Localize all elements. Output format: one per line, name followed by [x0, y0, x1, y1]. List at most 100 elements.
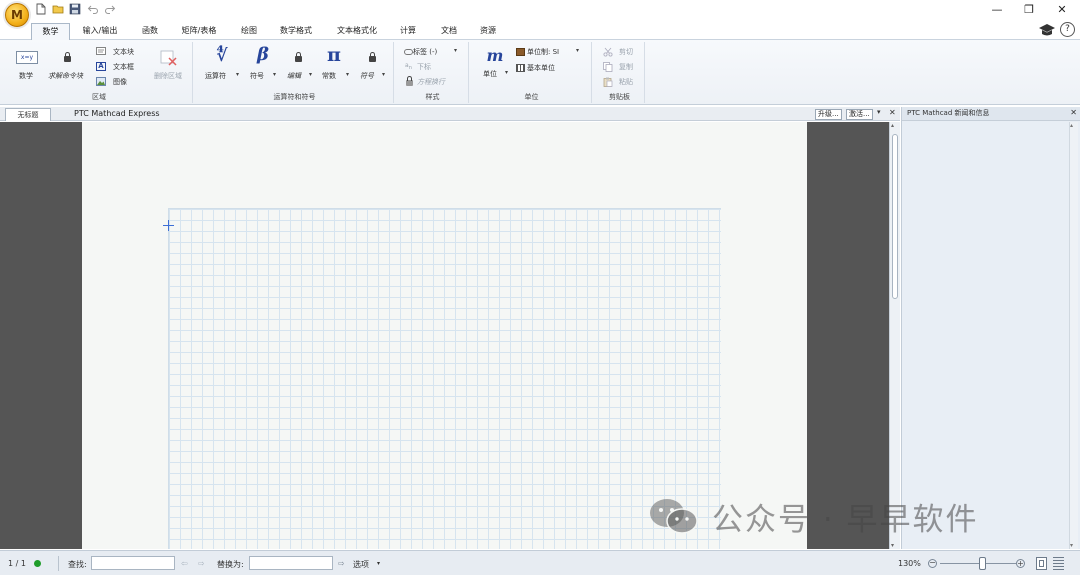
paste-clipboard-icon	[603, 77, 613, 87]
unit-system-dropdown-icon[interactable]: ▾	[576, 47, 579, 54]
symbol-button[interactable]: 符号	[360, 71, 374, 81]
zoom-out-icon[interactable]: −	[928, 559, 937, 568]
equation-wrap-button[interactable]: 方程换行	[417, 77, 445, 87]
status-bar: 1 / 1 查找: ⇦ ⇨ 替换为: ⇨ 选项 ▾ 130% − +	[0, 550, 1080, 575]
delete-region-button[interactable]: 删除区域	[154, 71, 182, 81]
side-scroll-up-icon[interactable]: ▴	[1070, 122, 1073, 129]
symbols-beta-icon: β	[257, 44, 269, 65]
help-icon[interactable]: ?	[1060, 22, 1075, 37]
worksheet-grid[interactable]	[168, 208, 721, 549]
zoom-level: 130%	[898, 559, 921, 568]
paste-button[interactable]: 粘贴	[619, 77, 633, 87]
copy-button[interactable]: 复制	[619, 62, 633, 72]
document-menu-dropdown-icon[interactable]: ▾	[877, 108, 881, 116]
markup-button[interactable]: 编辑	[287, 71, 301, 81]
image-button[interactable]: 图像	[113, 77, 127, 87]
delete-region-icon	[160, 50, 177, 66]
unit-system-icon	[516, 48, 525, 56]
text-box-button[interactable]: 文本框	[113, 62, 134, 72]
zoom-in-icon[interactable]: +	[1016, 559, 1025, 568]
draft-view-icon[interactable]	[1053, 557, 1064, 570]
upgrade-button[interactable]: 升级...	[815, 109, 842, 120]
restore-button[interactable]: ❐	[1019, 2, 1039, 17]
redo-icon[interactable]	[104, 3, 116, 15]
tab-functions[interactable]: 函数	[133, 23, 167, 40]
symbol-dropdown-icon[interactable]: ▾	[382, 71, 385, 78]
tab-matrices-tables[interactable]: 矩阵/表格	[175, 23, 223, 40]
side-panel-title: PTC Mathcad 新闻和信息	[902, 107, 1080, 121]
tab-plots[interactable]: 绘图	[232, 23, 266, 40]
scroll-down-arrow-icon[interactable]: ▾	[891, 542, 894, 549]
scrollbar-thumb[interactable]	[892, 134, 898, 299]
operators-group-label: 运算符和符号	[273, 93, 316, 101]
symbols-dropdown-icon[interactable]: ▾	[273, 71, 276, 78]
workspace-left-margin	[0, 122, 82, 549]
solve-block-button[interactable]: 求解命令块	[48, 71, 83, 81]
tab-resources[interactable]: 资源	[471, 23, 505, 40]
region-group: x=y 数学 求解命令块 文本块 A 文本框 图像 删除区域 区域	[6, 42, 193, 103]
text-block-button[interactable]: 文本块	[113, 47, 134, 57]
product-name: PTC Mathcad Express	[74, 109, 160, 118]
tab-math[interactable]: 数学	[31, 23, 70, 40]
side-panel-close-icon[interactable]: ✕	[1070, 108, 1077, 117]
tab-calculation[interactable]: 计算	[391, 23, 425, 40]
options-button[interactable]: 选项	[353, 559, 369, 570]
replace-label: 替换为:	[217, 560, 244, 569]
units-dropdown-icon[interactable]: ▾	[505, 69, 508, 76]
tab-math-formatting[interactable]: 数学格式	[274, 23, 318, 40]
side-scroll-down-icon[interactable]: ▾	[1070, 542, 1073, 549]
options-dropdown-icon[interactable]: ▾	[377, 560, 380, 567]
markup-dropdown-icon[interactable]: ▾	[309, 71, 312, 78]
undo-icon[interactable]	[87, 3, 99, 15]
constants-dropdown-icon[interactable]: ▾	[346, 71, 349, 78]
vertical-scrollbar[interactable]: ▴ ▾	[889, 122, 900, 549]
constants-pi-icon: π	[327, 44, 341, 66]
document-tab[interactable]: 无标题	[5, 108, 51, 121]
base-units-button[interactable]: 基本单位	[527, 63, 555, 73]
find-input[interactable]	[91, 556, 175, 570]
constants-button[interactable]: 常数	[322, 71, 336, 81]
operators-dropdown-icon[interactable]: ▾	[236, 71, 239, 78]
zoom-slider-thumb[interactable]	[979, 557, 986, 570]
side-panel-scrollbar[interactable]: ▴ ▾	[1069, 122, 1078, 549]
tab-text-formatting[interactable]: 文本格式化	[330, 23, 384, 40]
worksheet-page[interactable]	[82, 122, 807, 549]
save-icon[interactable]	[69, 3, 81, 15]
tab-document[interactable]: 文档	[432, 23, 466, 40]
minimize-button[interactable]: —	[987, 2, 1007, 17]
style-group: 标签 (-) ▾ an 下标 方程换行 样式	[397, 42, 469, 103]
cut-button[interactable]: 剪切	[619, 47, 633, 57]
find-next-icon[interactable]: ⇨	[198, 559, 205, 568]
scroll-up-arrow-icon[interactable]: ▴	[891, 122, 894, 129]
base-units-icon	[516, 64, 525, 72]
learning-cap-icon[interactable]	[1038, 23, 1056, 37]
document-close-icon[interactable]: ✕	[889, 108, 896, 117]
activate-button[interactable]: 激活...	[846, 109, 873, 120]
find-previous-icon[interactable]: ⇦	[181, 559, 188, 568]
new-document-icon[interactable]	[35, 3, 47, 15]
subscript-button[interactable]: 下标	[417, 62, 431, 72]
math-region-icon: x=y	[16, 51, 38, 64]
zoom-slider-track[interactable]	[940, 563, 1016, 564]
text-block-icon	[96, 47, 106, 55]
replace-arrow-icon[interactable]: ⇨	[338, 559, 345, 568]
find-label: 查找:	[68, 560, 87, 569]
tab-input-output[interactable]: 输入/输出	[76, 23, 124, 40]
operators-button[interactable]: 运算符	[205, 71, 226, 81]
close-button[interactable]: ✕	[1052, 2, 1072, 17]
clipboard-group-label: 剪贴板	[609, 93, 630, 101]
app-logo-button[interactable]: M	[5, 3, 29, 27]
unit-system-selector[interactable]: 单位制: SI	[527, 47, 559, 57]
units-button[interactable]: 单位	[483, 69, 497, 79]
labels-dropdown-icon[interactable]: ▾	[454, 47, 457, 54]
news-side-panel: PTC Mathcad 新闻和信息 ✕ ▴ ▾	[901, 107, 1080, 549]
symbols-button[interactable]: 符号	[250, 71, 264, 81]
math-region-button[interactable]: 数学	[19, 71, 33, 81]
page-view-icon[interactable]	[1036, 557, 1047, 570]
replace-input[interactable]	[249, 556, 333, 570]
subscript-icon: an	[405, 62, 412, 72]
labels-button[interactable]: 标签 (-)	[413, 47, 437, 57]
status-divider	[58, 556, 59, 571]
open-folder-icon[interactable]	[52, 3, 64, 15]
style-group-label: 样式	[425, 93, 440, 101]
